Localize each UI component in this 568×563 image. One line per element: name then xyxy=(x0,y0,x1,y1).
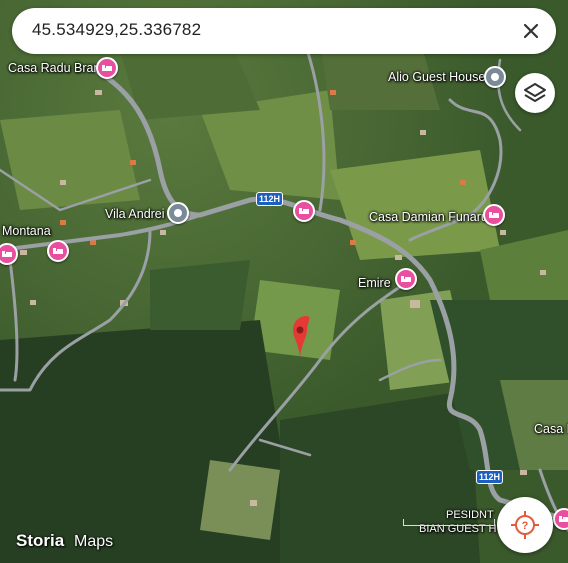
watermark-text: Storia xyxy=(16,531,65,550)
layers-icon xyxy=(524,83,546,102)
search-bar[interactable]: 45.534929,25.336782 xyxy=(12,8,556,54)
hotel-pin-casa-radu-bran[interactable] xyxy=(96,57,118,79)
search-input[interactable]: 45.534929,25.336782 xyxy=(32,20,201,40)
bed-icon xyxy=(401,276,411,282)
map-scale-bar xyxy=(403,519,495,526)
hotel-pin-casa-damian-funaru-near[interactable] xyxy=(293,200,315,222)
compass-icon: ? xyxy=(511,511,539,539)
place-label-alio-guest-house[interactable]: Alio Guest House xyxy=(388,70,485,84)
compass-button[interactable]: ? xyxy=(497,497,553,553)
bed-icon xyxy=(53,248,63,254)
place-pin-alio-guest-house[interactable] xyxy=(484,66,506,88)
bed-icon xyxy=(559,516,568,522)
place-label-casa-radu-bran[interactable]: Casa Radu Bran xyxy=(8,61,100,75)
bed-icon xyxy=(2,251,12,257)
hotel-pin-montana-2[interactable] xyxy=(47,240,69,262)
hotel-pin-casa-damian-funaru[interactable] xyxy=(483,204,505,226)
hotel-pin-bottom-right[interactable] xyxy=(553,508,568,530)
bed-icon xyxy=(489,212,499,218)
svg-text:?: ? xyxy=(522,520,529,532)
maps-brand-text: Maps xyxy=(74,533,114,550)
place-label-casa-p[interactable]: Casa P xyxy=(534,422,568,436)
layers-button[interactable] xyxy=(515,73,555,113)
bed-icon xyxy=(299,208,309,214)
place-pin-vila-andrei[interactable] xyxy=(167,202,189,224)
place-label-vila-andrei[interactable]: Vila Andrei xyxy=(105,207,165,221)
route-shield-112h-2: 112H xyxy=(476,470,504,484)
hotel-pin-emire[interactable] xyxy=(395,268,417,290)
bed-icon xyxy=(102,65,112,71)
route-shield-112h: 112H xyxy=(256,192,284,206)
place-label-casa-damian-funaru[interactable]: Casa Damian Funaru xyxy=(369,210,488,224)
place-label-emire[interactable]: Emire xyxy=(358,276,391,290)
close-icon[interactable] xyxy=(518,18,544,44)
place-label-montana[interactable]: Montana xyxy=(2,224,51,238)
